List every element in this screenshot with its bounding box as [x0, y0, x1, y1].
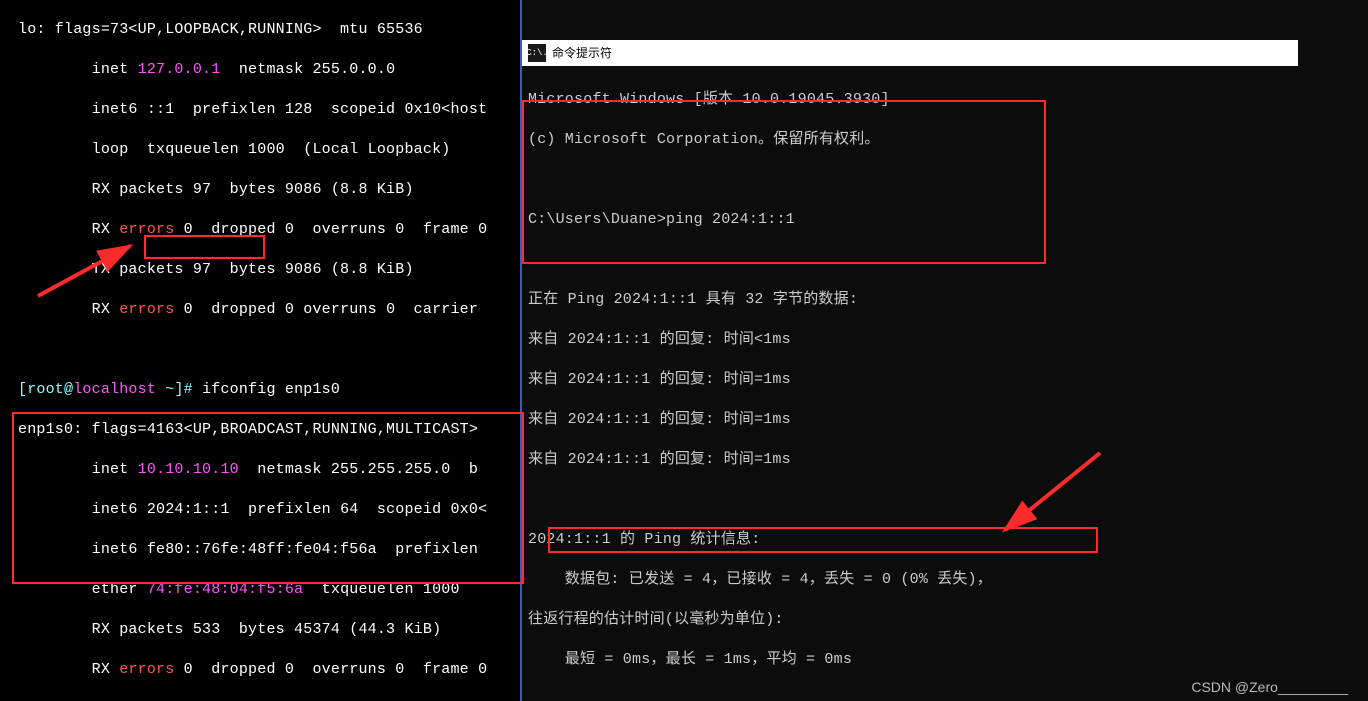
ms-line2: (c) Microsoft Corporation。保留所有权利。	[522, 130, 1368, 150]
enp-inet: inet 10.10.10.10 netmask 255.255.255.0 b	[0, 460, 520, 480]
cmd-title: 命令提示符	[552, 43, 612, 63]
lo-loop: loop txqueuelen 1000 (Local Loopback)	[0, 140, 520, 160]
win-stats-hdr: 2024:1::1 的 Ping 统计信息:	[522, 530, 1368, 550]
lo-header: lo: flags=73<UP,LOOPBACK,RUNNING> mtu 65…	[0, 20, 520, 40]
win-stats1: 数据包: 已发送 = 4，已接收 = 4，丢失 = 0 (0% 丢失)，	[522, 570, 1368, 590]
watermark: CSDN @Zero_________	[1191, 677, 1348, 697]
enp-header: enp1s0: flags=4163<UP,BROADCAST,RUNNING,…	[0, 420, 520, 440]
enp-inet6-b: inet6 fe80::76fe:48ff:fe04:f56a prefixle…	[0, 540, 520, 560]
win-stats3: 最短 = 0ms，最长 = 1ms，平均 = 0ms	[522, 650, 1368, 670]
blank	[0, 340, 520, 360]
enp-rx: RX packets 533 bytes 45374 (44.3 KiB)	[0, 620, 520, 640]
prompt-ping-win: C:\Users\Duane>ping 2024:1::1	[522, 210, 1368, 230]
prompt-ifconfig: [root@localhost ~]# ifconfig enp1s0	[0, 380, 520, 400]
cmd-icon: C:\.	[528, 44, 546, 62]
lo-tx: TX packets 97 bytes 9086 (8.8 KiB)	[0, 260, 520, 280]
blank-r2	[522, 250, 1368, 270]
lo-inet: inet 127.0.0.1 netmask 255.0.0.0	[0, 60, 520, 80]
windows-cmd[interactable]: C:\. 命令提示符 Microsoft Windows [版本 10.0.19…	[522, 0, 1368, 701]
lo-rx: RX packets 97 bytes 9086 (8.8 KiB)	[0, 180, 520, 200]
blank-r1	[522, 170, 1368, 190]
enp-ether: ether 74:fe:48:04:f5:6a txqueuelen 1000	[0, 580, 520, 600]
win-ping-r1: 来自 2024:1::1 的回复: 时间<1ms	[522, 330, 1368, 350]
ms-line1: Microsoft Windows [版本 10.0.19045.3930]	[522, 90, 1368, 110]
blank-r3	[522, 490, 1368, 510]
enp-rx-err: RX errors 0 dropped 0 overruns 0 frame 0	[0, 660, 520, 680]
linux-terminal[interactable]: lo: flags=73<UP,LOOPBACK,RUNNING> mtu 65…	[0, 0, 522, 701]
win-ping-r3: 来自 2024:1::1 的回复: 时间=1ms	[522, 410, 1368, 430]
win-stats2: 往返行程的估计时间(以毫秒为单位):	[522, 610, 1368, 630]
lo-inet6: inet6 ::1 prefixlen 128 scopeid 0x10<hos…	[0, 100, 520, 120]
lo-rx-err: RX errors 0 dropped 0 overruns 0 frame 0	[0, 220, 520, 240]
lo-tx-err: RX errors 0 dropped 0 overruns 0 carrier	[0, 300, 520, 320]
cmd-titlebar[interactable]: C:\. 命令提示符	[522, 40, 1298, 66]
win-ping-hdr: 正在 Ping 2024:1::1 具有 32 字节的数据:	[522, 290, 1368, 310]
win-ping-r2: 来自 2024:1::1 的回复: 时间=1ms	[522, 370, 1368, 390]
enp-inet6-a: inet6 2024:1::1 prefixlen 64 scopeid 0x0…	[0, 500, 520, 520]
win-ping-r4: 来自 2024:1::1 的回复: 时间=1ms	[522, 450, 1368, 470]
